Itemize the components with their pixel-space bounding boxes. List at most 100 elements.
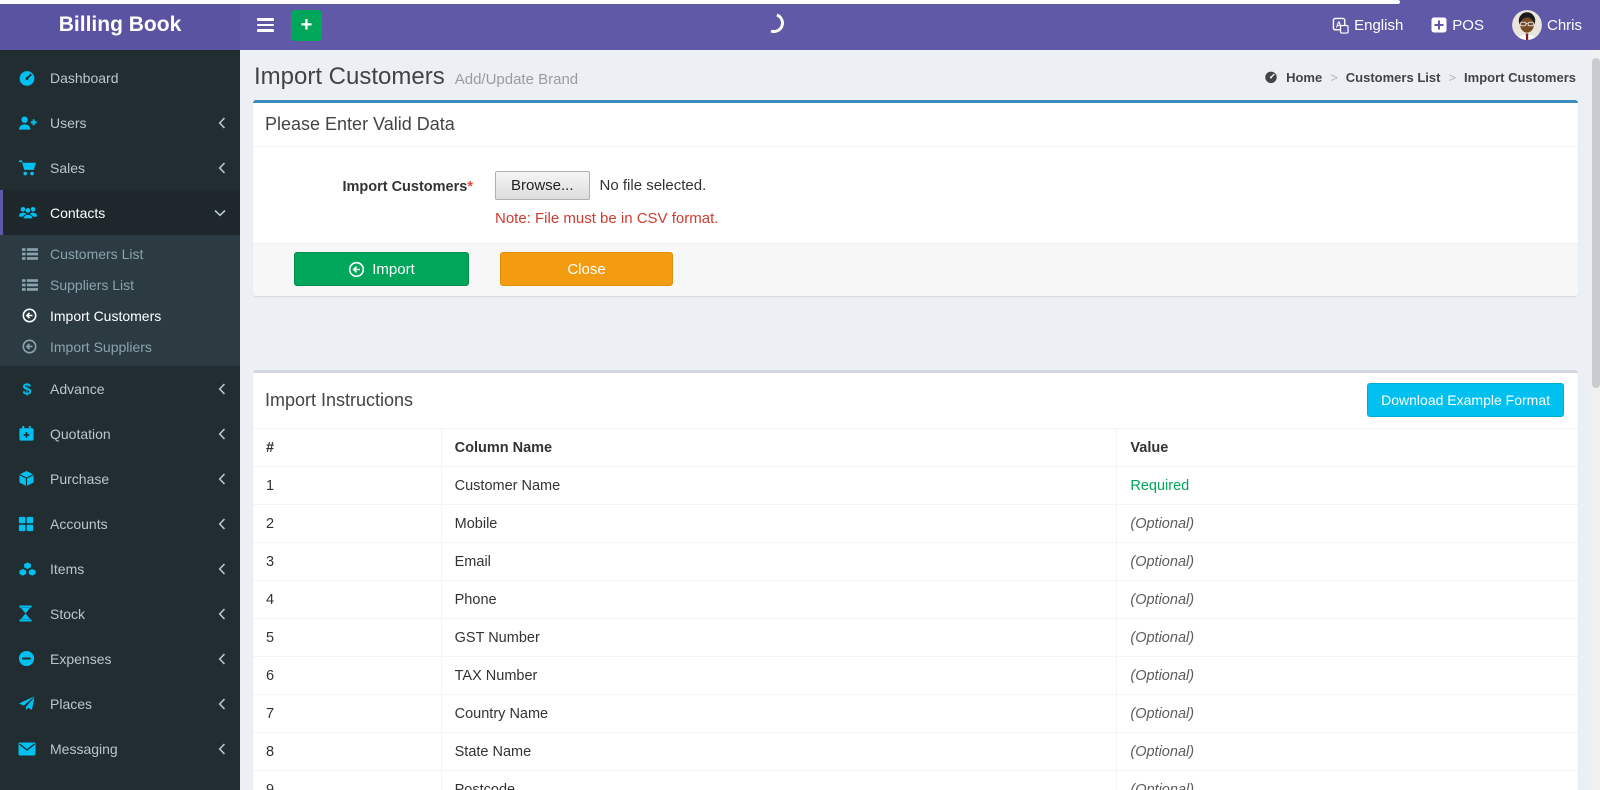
- list-icon: [22, 247, 43, 261]
- sidebar-item-label: Suppliers List: [50, 276, 135, 293]
- list-icon: [22, 278, 43, 292]
- import-form-body: Import Customers* Browse... No file sele…: [253, 147, 1578, 243]
- cart-icon: [18, 159, 41, 177]
- sidebar-item-import-suppliers[interactable]: Import Suppliers: [0, 331, 240, 362]
- sidebar-item-label: Sales: [50, 159, 86, 176]
- page-title: Import Customers: [254, 63, 445, 90]
- language-menu[interactable]: A English: [1332, 17, 1403, 34]
- column-header-num: #: [253, 428, 442, 467]
- sidebar-item-contacts[interactable]: Contacts: [0, 190, 240, 235]
- table-row: 9 Postcode (Optional): [253, 770, 1578, 790]
- cube-icon: [18, 470, 41, 488]
- table-row: 6 TAX Number (Optional): [253, 656, 1578, 695]
- navbar-left: +: [240, 0, 322, 50]
- navbar-right: A English POS Chris: [1332, 0, 1600, 50]
- sidebar-item-label: Import Customers: [50, 307, 162, 324]
- sidebar-item-label: Customers List: [50, 245, 144, 262]
- value-optional: (Optional): [1116, 732, 1578, 771]
- sidebar-item-import-customers[interactable]: Import Customers: [0, 300, 240, 331]
- scrollbar-track[interactable]: [1592, 50, 1600, 790]
- csv-format-note: Note: File must be in CSV format.: [495, 210, 719, 227]
- main-content: Import Customers Add/Update Brand Home >…: [240, 50, 1592, 790]
- sidebar-item-label: Quotation: [50, 425, 111, 442]
- value-optional: (Optional): [1116, 580, 1578, 619]
- paper-plane-icon: [18, 695, 41, 712]
- hourglass-icon: [18, 605, 41, 622]
- top-navbar: Billing Book + A English POS Chris: [0, 0, 1600, 50]
- sidebar-item-stock[interactable]: Stock: [0, 591, 240, 636]
- sidebar-item-sales[interactable]: Sales: [0, 145, 240, 190]
- user-plus-icon: [18, 114, 41, 132]
- column-header-name: Column Name: [441, 428, 1118, 467]
- value-optional: (Optional): [1116, 504, 1578, 543]
- pos-menu[interactable]: POS: [1431, 17, 1484, 34]
- language-icon: A: [1332, 17, 1349, 34]
- value-optional: (Optional): [1116, 618, 1578, 657]
- sidebar-item-label: Contacts: [50, 204, 106, 221]
- chevron-left-icon: [218, 607, 226, 620]
- sidebar-item-purchase[interactable]: Purchase: [0, 456, 240, 501]
- grid-icon: [18, 516, 41, 532]
- required-asterisk: *: [467, 179, 473, 195]
- user-name: Chris: [1546, 16, 1582, 34]
- sidebar-item-label: Messaging: [50, 740, 118, 757]
- sidebar-item-dashboard[interactable]: Dashboard: [0, 55, 240, 100]
- language-label: English: [1354, 16, 1404, 34]
- dollar-icon: $: [18, 380, 41, 398]
- chevron-left-icon: [218, 517, 226, 530]
- browse-file-button[interactable]: Browse...: [495, 171, 590, 200]
- table-row: 7 Country Name (Optional): [253, 694, 1578, 733]
- sidebar-toggle-button[interactable]: [240, 0, 291, 50]
- import-form-footer: Import Close: [253, 243, 1578, 296]
- contacts-submenu: Customers List Suppliers List Import Cus…: [0, 235, 240, 366]
- column-header-value: Value: [1116, 428, 1578, 467]
- sidebar-item-label: Stock: [50, 605, 86, 622]
- breadcrumb-home[interactable]: Home: [1286, 70, 1322, 85]
- panel-title: Please Enter Valid Data: [253, 103, 1578, 147]
- breadcrumb-customers-list[interactable]: Customers List: [1346, 70, 1441, 85]
- sidebar-item-label: Advance: [50, 380, 105, 397]
- sidebar-item-advance[interactable]: $ Advance: [0, 366, 240, 411]
- content-header: Import Customers Add/Update Brand Home >…: [253, 50, 1578, 100]
- sidebar-item-customers-list[interactable]: Customers List: [0, 238, 240, 269]
- sidebar: Dashboard Users Sales Contacts Customers…: [0, 50, 240, 790]
- import-file-label: Import Customers*: [342, 179, 473, 195]
- arrow-circle-left-icon: [22, 339, 43, 354]
- sidebar-item-label: Items: [50, 560, 85, 577]
- instructions-table: # Column Name Value 1 Customer Name Requir…: [253, 428, 1578, 790]
- import-button[interactable]: Import: [294, 252, 469, 286]
- sidebar-item-items[interactable]: Items: [0, 546, 240, 591]
- avatar: [1511, 10, 1542, 40]
- instructions-title: Import Instructions: [265, 389, 414, 410]
- breadcrumb-current: Import Customers: [1464, 69, 1576, 85]
- sidebar-item-expenses[interactable]: Expenses: [0, 636, 240, 681]
- plus-square-icon: [1431, 17, 1447, 33]
- app-logo[interactable]: Billing Book: [0, 0, 240, 50]
- sidebar-item-accounts[interactable]: Accounts: [0, 501, 240, 546]
- sidebar-item-label: Import Suppliers: [50, 338, 152, 355]
- sidebar-item-label: Dashboard: [50, 69, 119, 86]
- quick-add-button[interactable]: +: [291, 9, 322, 41]
- download-example-format-button[interactable]: Download Example Format: [1367, 383, 1564, 417]
- sidebar-item-label: Accounts: [50, 515, 108, 532]
- file-status-text: No file selected.: [599, 177, 707, 194]
- scrollbar-thumb[interactable]: [1592, 58, 1600, 388]
- page-load-progress-bar: [0, 0, 1400, 4]
- value-required: Required: [1116, 466, 1578, 505]
- user-menu[interactable]: Chris: [1511, 10, 1582, 40]
- sidebar-item-quotation[interactable]: Quotation: [0, 411, 240, 456]
- gauge-icon: [1264, 70, 1278, 84]
- arrow-circle-left-icon: [22, 308, 43, 323]
- chevron-left-icon: [218, 697, 226, 710]
- table-row: 8 State Name (Optional): [253, 732, 1578, 771]
- chevron-down-icon: [214, 209, 226, 217]
- sidebar-item-places[interactable]: Places: [0, 681, 240, 726]
- sidebar-item-users[interactable]: Users: [0, 100, 240, 145]
- envelope-icon: [18, 742, 41, 756]
- close-button[interactable]: Close: [500, 252, 673, 286]
- chevron-left-icon: [218, 161, 226, 174]
- sidebar-item-suppliers-list[interactable]: Suppliers List: [0, 269, 240, 300]
- chevron-left-icon: [218, 116, 226, 129]
- sidebar-item-messaging[interactable]: Messaging: [0, 726, 240, 771]
- svg-text:$: $: [23, 381, 32, 398]
